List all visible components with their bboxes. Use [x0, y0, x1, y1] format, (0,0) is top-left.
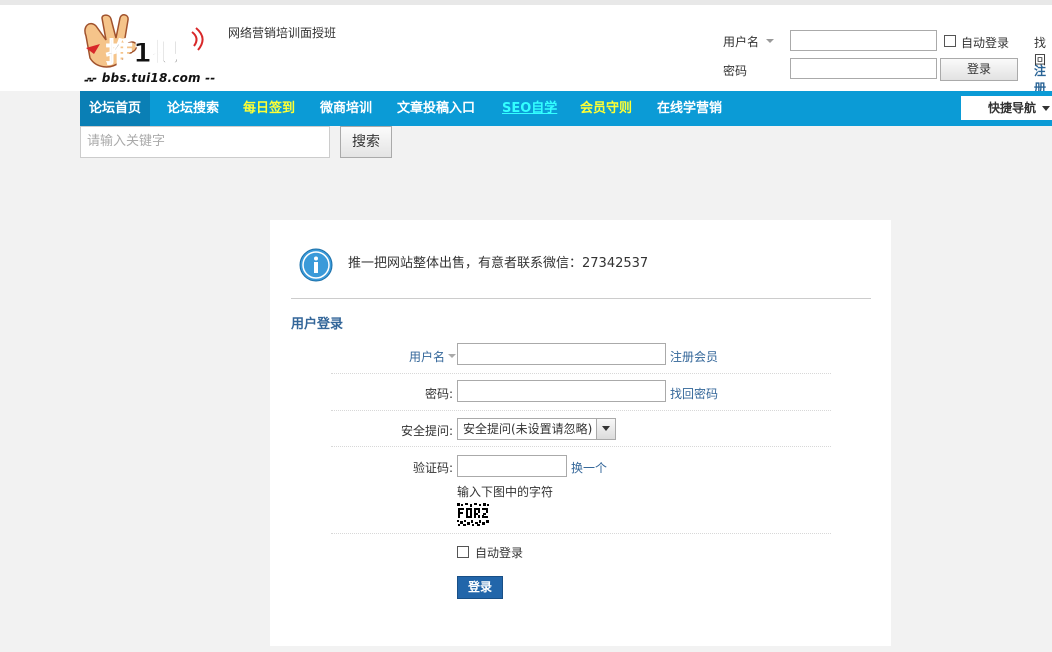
search-input[interactable]: 请输入关键字 [80, 126, 330, 158]
auto-login-checkbox[interactable] [457, 546, 469, 558]
login-title: 用户登录 [291, 317, 344, 332]
nav-search[interactable]: 论坛搜索 [167, 91, 219, 126]
captcha-hint: 输入下图中的字符 [457, 485, 554, 499]
top-password-input[interactable] [790, 58, 937, 79]
chevron-down-icon[interactable] [766, 39, 774, 43]
register-link[interactable]: 注册会员 [670, 348, 718, 365]
chevron-down-icon [596, 419, 615, 439]
security-question-value: 安全提问(未设置请忽略) [463, 422, 593, 436]
nav-wechat-training[interactable]: 微商培训 [320, 91, 372, 126]
nav-seo[interactable]: SEO自学 [502, 91, 557, 126]
top-username-input[interactable] [790, 30, 937, 51]
sale-notice: 推一把网站整体出售，有意者联系微信：27342537 [348, 256, 649, 271]
captcha-image[interactable] [457, 503, 489, 526]
login-submit-button[interactable]: 登录 [457, 576, 503, 599]
nav-article-submit[interactable]: 文章投稿入口 [397, 91, 475, 126]
row-separator [331, 373, 831, 374]
top-login-button[interactable]: 登录 [940, 58, 1018, 81]
row-separator [331, 533, 831, 534]
divider [291, 298, 871, 299]
logo-url: -- bbs.tui18.com -- [87, 71, 216, 85]
captcha-label: 验证码: [413, 461, 454, 475]
forgot-password-link[interactable]: 找回密码 [670, 385, 718, 402]
captcha-input[interactable] [457, 455, 567, 477]
auto-login-label: 自动登录 [475, 546, 524, 560]
username-label[interactable]: 用户名 [409, 348, 445, 365]
nav-online-marketing[interactable]: 在线学营销 [657, 91, 722, 126]
password-input[interactable] [457, 380, 666, 402]
nav-rules[interactable]: 会员守则 [580, 91, 632, 126]
password-label: 密码: [425, 387, 454, 401]
username-input[interactable] [457, 343, 666, 365]
captcha-refresh-link[interactable]: 换一个 [571, 459, 607, 476]
quick-nav-button[interactable]: 快捷导航 [961, 96, 1052, 120]
chevron-down-icon [1042, 106, 1050, 111]
top-password-label: 密码 [723, 64, 748, 78]
tagline-link[interactable]: 网络营销培训面授班 [228, 24, 336, 41]
main-nav: 论坛首页 论坛搜索 每日签到 微商培训 文章投稿入口 SEO自学 会员守则 在线… [80, 91, 1052, 126]
row-separator [331, 446, 831, 447]
info-icon [299, 248, 333, 282]
top-username-label[interactable]: 用户名 [723, 33, 759, 50]
top-auto-login-checkbox[interactable] [944, 35, 956, 47]
search-button[interactable]: 搜索 [340, 126, 392, 158]
row-separator [331, 410, 831, 411]
nav-checkin[interactable]: 每日签到 [243, 91, 295, 126]
security-question-select[interactable]: 安全提问(未设置请忽略) [457, 418, 616, 440]
question-label: 安全提问: [401, 424, 454, 438]
quick-nav-label: 快捷导航 [988, 101, 1037, 115]
svg-text:推1把: 推1把 [106, 38, 179, 69]
nav-home[interactable]: 论坛首页 [80, 91, 151, 126]
top-auto-login-label: 自动登录 [961, 36, 1010, 50]
chevron-down-icon[interactable] [448, 354, 456, 358]
